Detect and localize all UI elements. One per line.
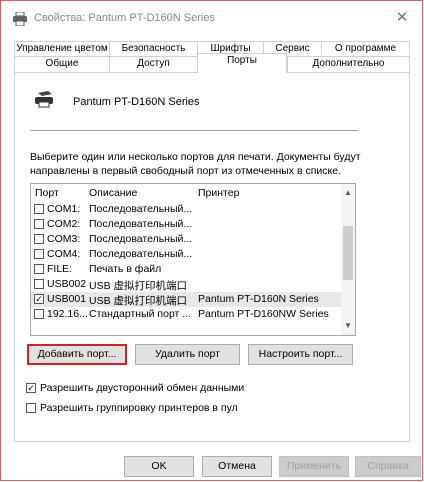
ports-description: Выберите один или несколько портов для п… <box>30 151 361 177</box>
port-description: Последовательный... <box>89 218 193 230</box>
port-description: Печать в файл <box>89 263 162 275</box>
list-item[interactable]: COM2: Последовательный... <box>31 217 341 232</box>
column-header-printer[interactable]: Принтер <box>198 187 239 199</box>
tab-ports[interactable]: Порты <box>197 53 287 73</box>
column-header-port[interactable]: Порт <box>35 187 59 199</box>
port-description: Последовательный... <box>89 203 193 215</box>
ports-list[interactable]: Порт Описание Принтер COM1: Последовател… <box>30 183 356 336</box>
port-description: Стандартный порт ... <box>89 308 192 320</box>
printer-name: Pantum PT-D160N Series <box>73 96 200 108</box>
port-name: COM1: <box>47 203 81 215</box>
port-name: USB002 <box>47 278 87 290</box>
port-description: USB 虚拟打印机端口 <box>89 295 188 307</box>
ok-button[interactable]: OK <box>124 456 194 477</box>
tabs-row-2: Общие Доступ Порты Дополнительно <box>14 53 410 73</box>
title-bar: Свойства: Pantum PT-D160N Series ✕ <box>1 1 422 37</box>
pooling-label: Разрешить группировку принтеров в пул <box>40 402 238 414</box>
list-item[interactable]: USB002 USB 虚拟打印机端口 <box>31 277 341 292</box>
list-item[interactable]: FILE: Печать в файл <box>31 262 341 277</box>
list-item[interactable]: ✓ USB001 USB 虚拟打印机端口 Pantum PT-D160N Ser… <box>31 292 341 307</box>
port-name: COM2: <box>47 218 81 230</box>
port-checkbox[interactable] <box>34 309 44 319</box>
scrollbar-thumb[interactable] <box>343 226 353 280</box>
tab-sharing[interactable]: Доступ <box>109 56 197 72</box>
list-item[interactable]: COM4: Последовательный... <box>31 247 341 262</box>
printer-icon <box>35 91 53 108</box>
tab-general[interactable]: Общие <box>14 56 109 72</box>
tab-advanced[interactable]: Дополнительно <box>287 56 410 72</box>
port-checkbox[interactable] <box>34 279 44 289</box>
port-checkbox[interactable] <box>34 219 44 229</box>
cancel-button[interactable]: Отмена <box>202 456 272 477</box>
printer-icon <box>13 12 27 26</box>
port-printer: Pantum PT-D160N Series <box>198 293 319 305</box>
list-item[interactable]: 192.16... Стандартный порт ... Pantum PT… <box>31 307 341 322</box>
bidirectional-checkbox[interactable]: ✓ <box>26 383 36 393</box>
column-header-description[interactable]: Описание <box>89 187 137 199</box>
port-checkbox[interactable]: ✓ <box>34 294 44 304</box>
help-button[interactable]: Справка <box>355 456 421 477</box>
tab-about[interactable]: О программе <box>321 41 410 55</box>
separator <box>30 130 358 131</box>
close-icon: ✕ <box>395 9 409 26</box>
tab-security[interactable]: Безопасность <box>109 41 197 55</box>
port-checkbox[interactable] <box>34 204 44 214</box>
port-name: USB001 <box>47 293 87 305</box>
apply-button[interactable]: Применить <box>279 456 349 477</box>
chevron-up-icon[interactable]: ▲ <box>341 186 355 200</box>
window-title: Свойства: Pantum PT-D160N Series <box>34 12 215 24</box>
chevron-down-icon[interactable]: ▼ <box>341 319 355 333</box>
list-item[interactable]: COM1: Последовательный... <box>31 202 341 217</box>
add-port-button[interactable]: Добавить порт... <box>27 344 127 365</box>
bidirectional-label: Разрешить двусторонний обмен данными <box>40 382 245 394</box>
pooling-checkbox[interactable] <box>26 403 36 413</box>
list-item[interactable]: COM3: Последовательный... <box>31 232 341 247</box>
port-description: USB 虚拟打印机端口 <box>89 280 188 292</box>
delete-port-button[interactable]: Удалить порт <box>135 344 240 365</box>
port-checkbox[interactable] <box>34 264 44 274</box>
close-button[interactable]: ✕ <box>392 9 412 29</box>
port-name: COM3: <box>47 233 81 245</box>
port-checkbox[interactable] <box>34 249 44 259</box>
port-description: Последовательный... <box>89 248 193 260</box>
port-description: Последовательный... <box>89 233 193 245</box>
list-header: Порт Описание Принтер <box>31 184 341 200</box>
port-name: COM4: <box>47 248 81 260</box>
port-name: 192.16... <box>47 308 88 320</box>
tab-color-management[interactable]: Управление цветом <box>14 41 109 55</box>
port-printer: Pantum PT-D160NW Series <box>198 308 329 320</box>
port-checkbox[interactable] <box>34 234 44 244</box>
configure-port-button[interactable]: Настроить порт... <box>248 344 353 365</box>
port-name: FILE: <box>47 263 73 275</box>
vertical-scrollbar[interactable]: ▲ ▼ <box>341 184 355 335</box>
